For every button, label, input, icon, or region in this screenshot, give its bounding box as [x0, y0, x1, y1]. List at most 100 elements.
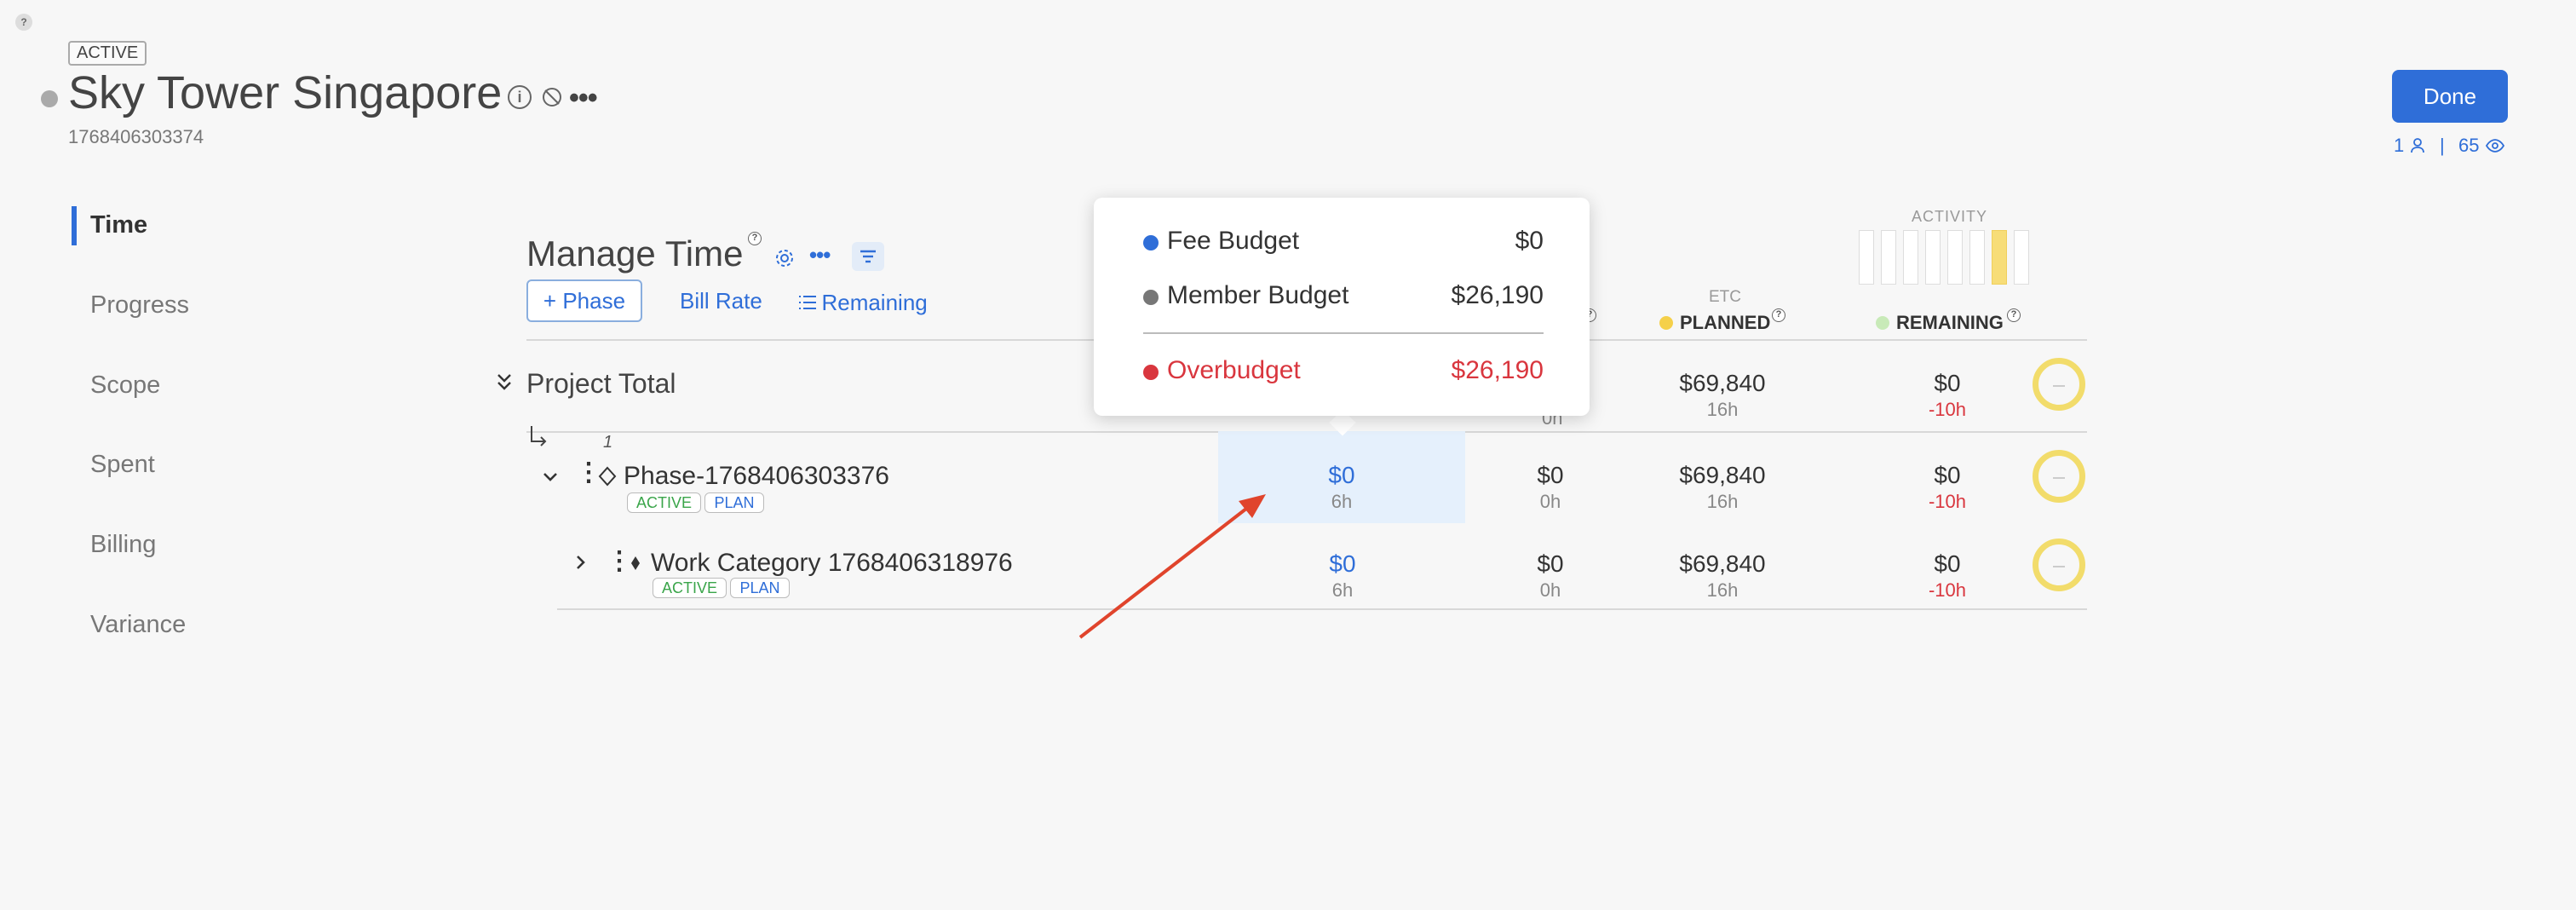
- tooltip-member-budget-row: Member Budget $26,190: [1143, 281, 1544, 315]
- planned-label: PLANNED: [1680, 312, 1771, 333]
- phase-planned-value: $69,840: [1679, 462, 1766, 488]
- phase-planned: $69,840 16h: [1654, 462, 1791, 513]
- work-category-planned: $69,840 16h: [1654, 550, 1791, 602]
- project-total-planned: $69,840 16h: [1654, 370, 1791, 421]
- progress-ring[interactable]: [2033, 450, 2085, 503]
- remaining-label: Remaining: [821, 290, 928, 315]
- sidebar-item-spent[interactable]: Spent: [90, 451, 155, 479]
- help-icon[interactable]: ?: [2007, 308, 2021, 322]
- tooltip-divider: [1143, 332, 1544, 334]
- phase-spent-hours: 0h: [1539, 491, 1561, 512]
- sidebar-item-billing[interactable]: Billing: [90, 531, 156, 559]
- phase-remaining: $0 -10h: [1879, 462, 2015, 513]
- list-icon: [799, 296, 816, 309]
- remaining-toggle[interactable]: Remaining: [797, 290, 928, 316]
- planned-column-header[interactable]: PLANNED: [1659, 312, 1770, 334]
- manage-more-icon[interactable]: •••: [809, 242, 831, 268]
- phase-spent-value: $0: [1537, 462, 1564, 488]
- progress-ring[interactable]: [2033, 539, 2085, 591]
- phase-planned-hours: 16h: [1706, 491, 1739, 512]
- help-icon[interactable]: ?: [15, 14, 32, 31]
- chevron-down-icon[interactable]: [540, 467, 561, 487]
- project-total-label: Project Total: [526, 368, 676, 399]
- add-phase-button[interactable]: + Phase: [526, 279, 642, 322]
- project-title-text: Sky Tower Singapore: [68, 67, 503, 118]
- overbudget-value: $26,190: [1451, 356, 1544, 384]
- activity-bar: [2014, 230, 2029, 285]
- work-category-planned-value: $69,840: [1679, 550, 1766, 577]
- help-icon[interactable]: ?: [748, 232, 762, 245]
- activity-bar: [1881, 230, 1896, 285]
- eye-icon: [2485, 139, 2504, 153]
- work-category-badges: ACTIVE PLAN: [653, 578, 790, 598]
- work-category-plan-badge: PLAN: [730, 578, 790, 598]
- phase-remaining-hours: -10h: [1928, 491, 1967, 512]
- phase-plan-badge: PLAN: [704, 492, 764, 513]
- work-category-remaining: $0 -10h: [1879, 550, 2015, 602]
- project-total-remaining-value: $0: [1934, 370, 1961, 396]
- work-category-budget-hours: 6h: [1331, 579, 1354, 601]
- phase-budget-hours: 6h: [1331, 491, 1353, 512]
- remaining-column-header[interactable]: REMAINING: [1876, 312, 2004, 334]
- phase-budget[interactable]: $0 6h: [1274, 462, 1410, 513]
- project-total-remaining-hours: -10h: [1928, 399, 1967, 420]
- help-icon[interactable]: ?: [1772, 308, 1785, 322]
- progress-ring[interactable]: [2033, 358, 2085, 411]
- project-total-planned-hours: 16h: [1706, 399, 1739, 420]
- sidebar-item-time[interactable]: Time: [90, 211, 147, 239]
- views-count[interactable]: 65: [2458, 135, 2505, 157]
- members-count-value: 1: [2394, 135, 2405, 156]
- more-options-icon[interactable]: •••: [569, 82, 598, 115]
- phase-index: 1: [603, 433, 613, 452]
- bill-rate-link[interactable]: Bill Rate: [680, 288, 762, 314]
- diamond-outline-icon: [598, 465, 617, 487]
- etc-label: ETC: [1709, 288, 1741, 306]
- fee-budget-value: $0: [1515, 227, 1544, 255]
- project-total-planned-value: $69,840: [1679, 370, 1766, 396]
- planned-dot: [1659, 316, 1673, 330]
- work-category-active-badge: ACTIVE: [653, 578, 727, 598]
- activity-label: ACTIVITY: [1912, 208, 1988, 225]
- sidebar-item-progress[interactable]: Progress: [90, 291, 189, 320]
- work-category-spent: $0 0h: [1482, 550, 1619, 602]
- info-icon[interactable]: i: [508, 85, 532, 109]
- activity-bar: [1969, 230, 1985, 285]
- drag-handle-icon[interactable]: ⋮: [576, 460, 601, 486]
- collapse-all-icon[interactable]: [494, 370, 515, 395]
- sidebar-item-variance[interactable]: Variance: [90, 611, 186, 639]
- done-button[interactable]: Done: [2392, 70, 2508, 123]
- filter-icon[interactable]: [852, 242, 884, 271]
- views-count-value: 65: [2458, 135, 2480, 156]
- work-category-budget[interactable]: $0 6h: [1274, 550, 1411, 602]
- sidebar-active-indicator: [72, 206, 77, 245]
- project-title: Sky Tower Singapore: [68, 66, 502, 119]
- project-total-remaining: $0 -10h: [1879, 370, 2015, 421]
- remaining-dot: [1876, 316, 1889, 330]
- phase-active-badge: ACTIVE: [627, 492, 702, 513]
- drag-handle-icon[interactable]: ⋮: [607, 549, 632, 574]
- gear-icon[interactable]: [773, 247, 796, 269]
- member-budget-label: Member Budget: [1167, 281, 1349, 309]
- phase-name[interactable]: Phase-1768406303376: [624, 462, 889, 491]
- phase-remaining-value: $0: [1934, 462, 1961, 488]
- meta-separator: |: [2440, 135, 2445, 156]
- activity-bar: [1859, 230, 1874, 285]
- member-budget-value: $26,190: [1451, 281, 1544, 309]
- chevron-right-icon[interactable]: [571, 552, 591, 573]
- diamond-filled-icon: [629, 554, 642, 573]
- project-status-tag: ACTIVE: [68, 41, 147, 66]
- work-category-name[interactable]: Work Category 1768406318976: [651, 549, 1013, 578]
- activity-bar-filled: [1992, 230, 2007, 285]
- fee-budget-label: Fee Budget: [1167, 227, 1300, 255]
- overbudget-label: Overbudget: [1167, 356, 1301, 384]
- work-category-remaining-value: $0: [1934, 550, 1961, 577]
- budget-tooltip: Fee Budget $0 Member Budget $26,190 Over…: [1094, 198, 1590, 416]
- link-off-icon[interactable]: [540, 85, 564, 109]
- tooltip-overbudget-row: Overbudget $26,190: [1143, 356, 1544, 390]
- work-category-spent-hours: 0h: [1539, 579, 1561, 601]
- branch-arrow-icon: [528, 424, 550, 450]
- sidebar-item-scope[interactable]: Scope: [90, 371, 160, 400]
- members-count[interactable]: 1: [2394, 135, 2426, 157]
- phase-budget-value: $0: [1328, 462, 1355, 488]
- manage-time-title: Manage Time: [526, 233, 744, 274]
